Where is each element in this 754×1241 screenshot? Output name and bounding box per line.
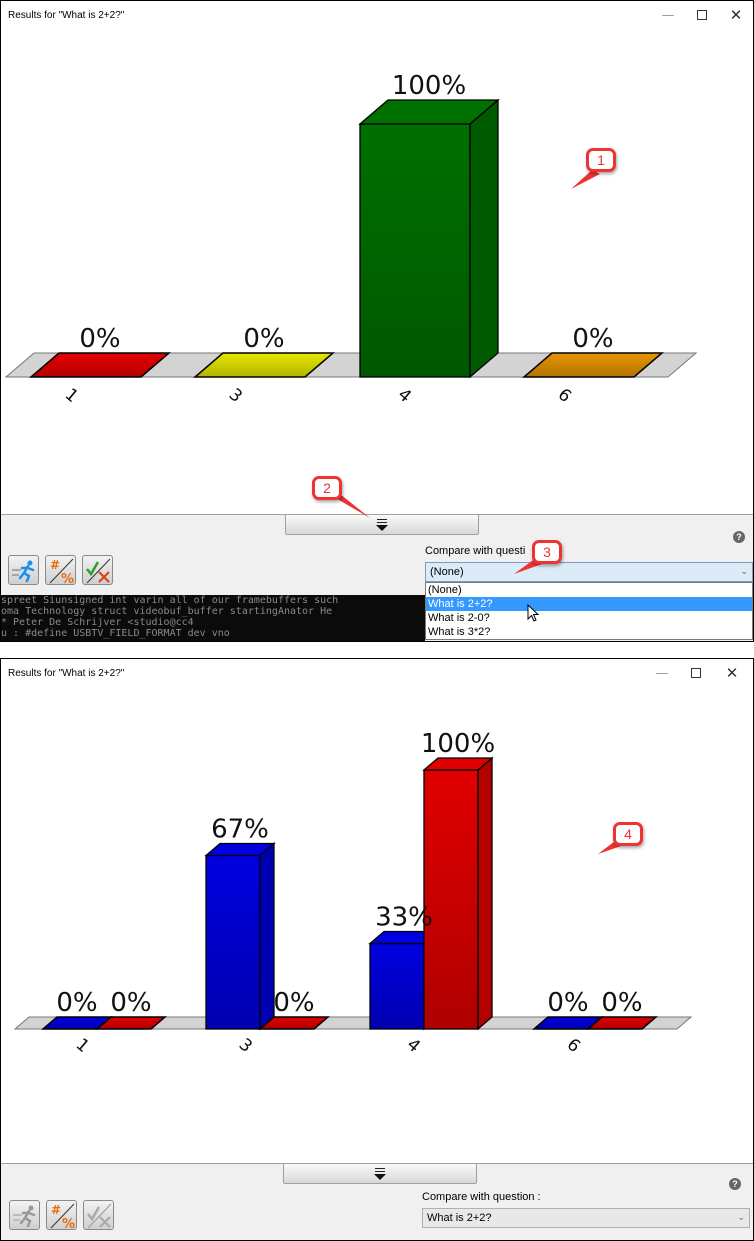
bg-text-line: oma Technology struct videobuf_buffer st… [1,606,333,617]
compare-question-dropdown: (None) What is 2+2? What is 2-0? What is… [425,582,753,640]
race-mode-button[interactable] [9,1200,40,1230]
bg-text-line: spreet Siunsigned int varin all of our f… [1,595,339,606]
race-mode-button[interactable] [8,555,39,585]
data-label: 100% [392,71,466,101]
data-label: 0% [243,324,284,354]
compare-question-select[interactable]: (None) ⌄ [425,562,753,582]
show-correct-toggle[interactable] [82,555,113,585]
callout-number: 4 [613,822,643,846]
bar-side-face [469,98,499,379]
chevron-down-icon: ⌄ [737,1212,745,1222]
maximize-button[interactable] [681,663,711,683]
data-label: 0% [110,988,151,1018]
data-label: 0% [56,988,97,1018]
maximize-icon [697,10,707,20]
data-label: 100% [421,729,495,759]
maximize-button[interactable] [687,5,717,25]
data-label: 33% [375,903,433,933]
help-icon[interactable]: ? [733,531,745,543]
dropdown-option[interactable]: What is 2-0? [426,611,752,625]
results-window-compare: Results for "What is 2+2?" — ✕ 0% 0% 1 67% 0… [0,658,754,1241]
callout-number: 3 [532,540,562,564]
count-percent-icon: # % [50,1203,75,1230]
svg-text:#: # [51,1203,61,1217]
dropdown-option[interactable]: What is 3*2? [426,625,752,639]
bottom-panel: ? # % [1,1163,753,1240]
results-window-single: Results for "What is 2+2?" — ✕ 0% 1 0% 3 100… [0,0,754,642]
count-percent-toggle[interactable]: # % [46,1200,77,1230]
close-button[interactable]: ✕ [721,5,751,25]
runner-icon [13,1205,36,1228]
close-button[interactable]: ✕ [717,663,747,683]
x-tick-label: 1 [61,385,82,407]
correct-incorrect-icon [87,1203,112,1229]
x-tick-label: 4 [403,1035,424,1057]
correct-incorrect-icon [86,558,111,584]
window-title: Results for "What is 2+2?" [8,10,125,21]
runner-icon [12,560,35,583]
bg-text-line: u : #define USBTV_FIELD_FORMAT dev vno [1,628,230,639]
dropdown-option-selected[interactable]: What is 2+2? [426,597,752,611]
bar-front-face [423,769,479,1030]
data-label: 0% [572,324,613,354]
data-label: 67% [211,814,269,844]
chevron-down-icon: ⌄ [740,566,748,576]
bar-front-face [369,942,425,1030]
bg-text-line: * Peter De Schrijver <studio@cc4 [1,617,194,628]
svg-text:#: # [50,558,60,572]
select-value: What is 2+2? [427,1212,492,1224]
collapse-arrow-icon [373,1167,387,1181]
callout-number: 1 [586,148,616,172]
compare-with-question-label: Compare with question : [422,1191,541,1203]
callout-number: 2 [312,476,342,500]
compare-question-select[interactable]: What is 2+2? ⌄ [422,1208,750,1228]
bar [204,842,276,1031]
dropdown-option[interactable]: (None) [426,583,752,597]
data-label: 0% [547,988,588,1018]
data-label: 0% [79,324,120,354]
x-tick-label: 1 [72,1035,93,1057]
show-correct-toggle[interactable] [83,1200,114,1230]
svg-text:%: % [62,1217,75,1230]
count-percent-icon: # % [49,558,74,585]
select-value: (None) [430,566,464,578]
bar-chart-3d: 0% 1 0% 3 100% 4 0% 6 [4,71,698,407]
toolbar: # % [9,1200,114,1230]
results-chart: 0% 1 0% 3 100% 4 0% 6 [1,31,753,513]
data-label: 0% [273,988,314,1018]
title-bar: Results for "What is 2+2?" — ✕ [1,1,753,31]
title-bar: Results for "What is 2+2?" — ✕ [1,659,753,689]
x-tick-label: 6 [563,1035,584,1057]
collapse-panel-button[interactable] [283,1164,477,1184]
bar [358,98,500,379]
data-label: 0% [601,988,642,1018]
x-tick-label: 3 [225,385,246,407]
compare-with-question-label: Compare with questi [425,545,526,557]
bar-side-face [477,756,493,1031]
grouped-bar-chart-3d: 0% 0% 1 67% 0% 3 33% 100% 4 0% 0% 6 [13,729,693,1057]
svg-text:%: % [61,572,74,585]
bar-side-face [259,842,275,1031]
window-title: Results for "What is 2+2?" [8,668,125,679]
mouse-pointer-icon [527,604,540,622]
help-icon[interactable]: ? [729,1178,741,1190]
comparison-chart: 0% 0% 1 67% 0% 3 33% 100% 4 0% 0% 6 [1,689,753,1163]
bar [422,756,494,1031]
minimize-button[interactable]: — [653,5,683,25]
maximize-icon [691,668,701,678]
x-tick-label: 6 [554,385,575,407]
bottom-panel: ? # % [1,514,753,641]
bar-front-face [205,854,261,1030]
x-tick-label: 3 [235,1035,256,1057]
bar-front-face [359,123,471,378]
minimize-button[interactable]: — [647,663,677,683]
count-percent-toggle[interactable]: # % [45,555,76,585]
toolbar: # % [8,555,113,585]
background-window-text: spreet Siunsigned int varin all of our f… [1,595,425,641]
x-tick-label: 4 [394,385,415,407]
